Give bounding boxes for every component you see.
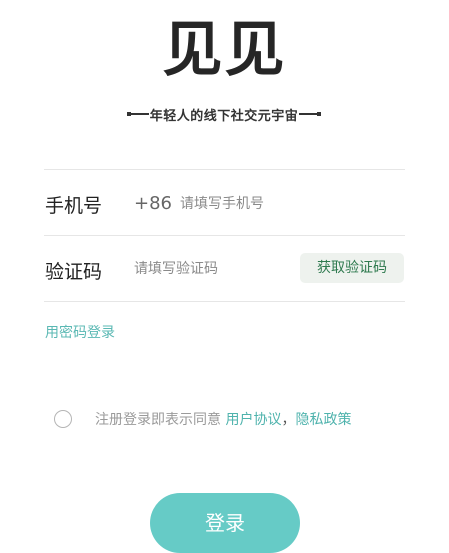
slogan: 年轻人的线下社交元宇宙 [118,104,330,124]
phone-label: 手机号 [45,195,103,217]
app-logo: 见见 [162,15,287,85]
agreement-prefix: 注册登录即表示同意 [95,412,221,428]
agreement-text: 注册登录即表示同意 用户协议，隐私政策 [95,410,351,430]
agreement-separator: ， [281,412,296,428]
verification-code-input[interactable] [134,259,294,279]
phone-input[interactable] [180,194,390,214]
privacy-policy-link[interactable]: 隐私政策 [295,412,351,428]
get-code-button[interactable]: 获取验证码 [300,253,404,283]
country-code[interactable]: +86 [134,193,172,214]
divider-code [44,301,405,302]
user-agreement-link[interactable]: 用户协议 [225,412,281,428]
password-login-link[interactable]: 用密码登录 [45,322,115,342]
code-label: 验证码 [45,261,103,283]
slogan-right-line [299,112,322,116]
agreement-checkbox[interactable] [54,410,72,428]
divider-top [44,169,405,170]
slogan-text: 年轻人的线下社交元宇宙 [149,108,299,124]
login-button[interactable]: 登录 [150,493,300,553]
divider-phone [44,235,405,236]
slogan-left-line [126,112,149,116]
